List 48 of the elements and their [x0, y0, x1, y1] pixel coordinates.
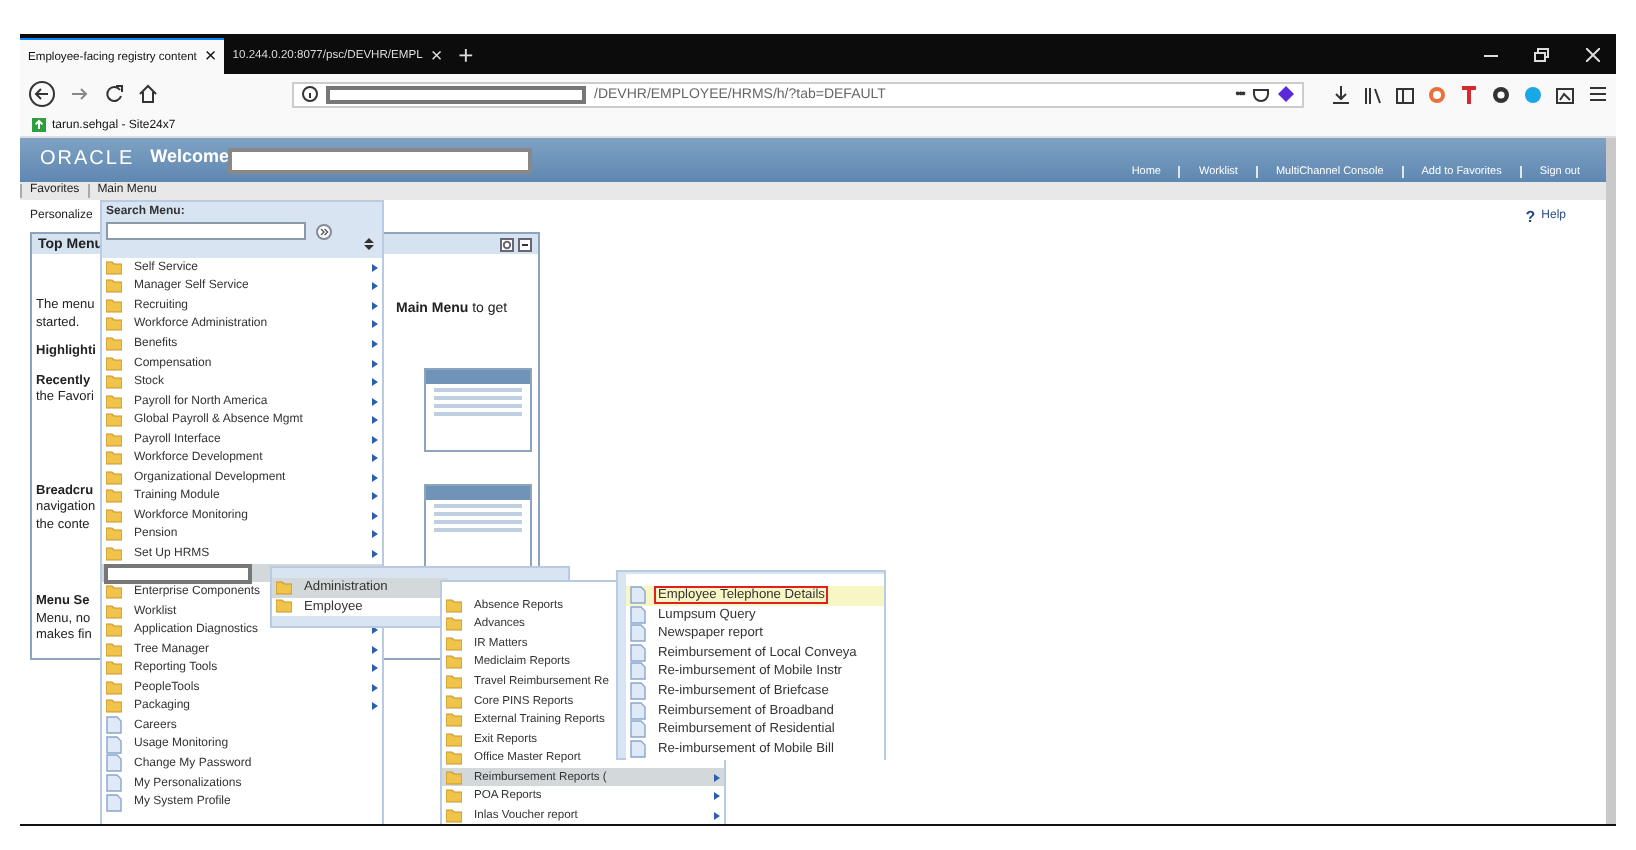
restore-icon[interactable]	[1534, 47, 1550, 61]
sort-icon[interactable]	[364, 238, 374, 250]
arrow-icon	[372, 492, 378, 501]
forward-icon[interactable]	[70, 84, 90, 104]
arrow-icon	[372, 359, 378, 367]
extension-icon[interactable]	[1556, 85, 1574, 103]
screenshot-thumbnail	[424, 368, 532, 452]
arrow-icon	[714, 811, 720, 820]
close-icon[interactable]	[1586, 47, 1600, 61]
oracle-logo: ORACLE	[40, 148, 135, 174]
download-icon[interactable]	[1332, 85, 1350, 103]
tab-close-button[interactable]: ×	[204, 46, 217, 68]
home-icon[interactable]	[138, 84, 158, 104]
arrow-icon	[372, 530, 378, 539]
arrow-icon	[372, 301, 378, 310]
extension-icon[interactable]	[1278, 86, 1294, 102]
arrow-icon	[372, 473, 378, 482]
welcome-text: Welcome	[150, 146, 229, 170]
new-tab-button[interactable]: +	[458, 40, 474, 70]
arrow-icon	[372, 263, 378, 272]
pocket-icon[interactable]	[1252, 86, 1270, 102]
library-icon[interactable]	[1364, 85, 1382, 103]
arrow-icon	[372, 435, 378, 444]
arrow-icon	[372, 549, 378, 558]
arrow-icon	[372, 339, 378, 348]
minimize-icon[interactable]	[518, 237, 532, 251]
tab-close-button[interactable]: ×	[430, 45, 443, 67]
arrow-icon	[372, 645, 378, 654]
arrow-icon	[372, 378, 378, 387]
arrow-icon	[372, 320, 378, 329]
scrollbar[interactable]	[1606, 138, 1616, 824]
arrow-icon	[372, 664, 378, 673]
arrow-icon	[372, 454, 378, 463]
info-icon[interactable]	[302, 86, 318, 102]
menu-icon[interactable]	[1588, 84, 1608, 104]
arrow-icon	[372, 397, 378, 406]
arrow-icon	[372, 416, 378, 425]
back-icon[interactable]	[28, 80, 56, 108]
arrow-icon	[372, 282, 378, 291]
reload-icon[interactable]	[104, 84, 124, 104]
sidebar-icon[interactable]	[1396, 85, 1414, 103]
arrow-icon	[714, 773, 720, 782]
search-field[interactable]	[106, 222, 306, 240]
arrow-icon	[372, 511, 378, 520]
arrow-icon	[714, 792, 720, 801]
arrow-icon	[372, 702, 378, 711]
go-button[interactable]	[316, 223, 332, 239]
arrow-icon	[372, 683, 378, 692]
